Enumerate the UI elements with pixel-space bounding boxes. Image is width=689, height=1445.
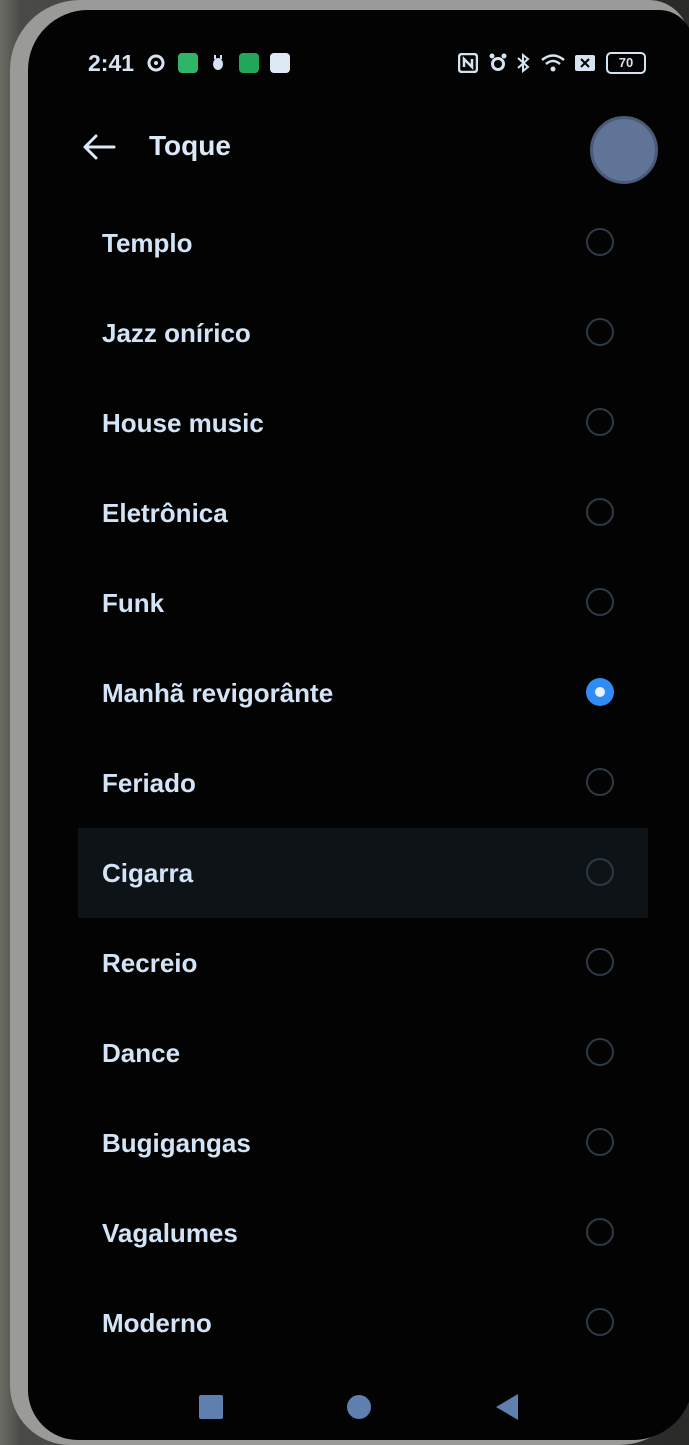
ringtone-label: Vagalumes	[102, 1218, 238, 1248]
settings-gear-icon	[146, 52, 166, 74]
ringtone-label: Manhã revigorânte	[102, 678, 334, 708]
ringtone-label: Eletrônica	[102, 498, 228, 528]
radio-button[interactable]	[586, 858, 614, 886]
ringtone-item-dance[interactable]: Dance	[78, 1008, 648, 1098]
page-title: Toque	[149, 130, 231, 161]
ringtone-item-recreio[interactable]: Recreio	[78, 918, 648, 1008]
alarm-icon	[488, 52, 508, 74]
ringtone-label: Moderno	[102, 1308, 212, 1338]
radio-button[interactable]	[586, 948, 614, 976]
white-app-icon	[270, 52, 290, 74]
ringtone-label: Dance	[102, 1038, 181, 1068]
ringtone-label: Funk	[102, 588, 165, 618]
home-circle-icon[interactable]	[344, 1392, 374, 1422]
status-time: 2:41	[88, 50, 135, 76]
ringtone-item-templo[interactable]: Templo	[78, 198, 648, 288]
ringtone-label: Jazz onírico	[102, 318, 251, 348]
ringtone-label: Recreio	[102, 948, 198, 978]
navigation-bar	[28, 1380, 689, 1440]
radio-button-selected[interactable]	[586, 678, 614, 706]
radio-button[interactable]	[586, 1218, 614, 1246]
ringtone-item-eletronica[interactable]: Eletrônica	[78, 468, 648, 558]
radio-button[interactable]	[586, 318, 614, 346]
radio-button[interactable]	[586, 1128, 614, 1156]
green-app-icon-2	[239, 52, 259, 74]
screen: 2:41 70 Toque Templo Jazz onírico House …	[28, 10, 689, 1440]
bug-icon	[211, 52, 225, 74]
ringtone-item-vagalumes[interactable]: Vagalumes	[78, 1188, 648, 1278]
radio-button[interactable]	[586, 1308, 614, 1336]
ringtone-label: Cigarra	[102, 858, 194, 888]
radio-button[interactable]	[586, 588, 614, 616]
ringtone-item-manha-revigorante[interactable]: Manhã revigorânte	[78, 648, 648, 738]
radio-button[interactable]	[586, 498, 614, 526]
ringtone-label: House music	[102, 408, 264, 438]
phone-frame: 2:41 70 Toque Templo Jazz onírico House …	[10, 0, 689, 1445]
battery-level: 70	[606, 52, 646, 74]
ringtone-item-cigarra[interactable]: Cigarra	[78, 828, 648, 918]
avatar[interactable]	[590, 116, 658, 184]
ringtone-item-house-music[interactable]: House music	[78, 378, 648, 468]
nfc-icon	[458, 52, 478, 74]
ringtone-item-bugigangas[interactable]: Bugigangas	[78, 1098, 648, 1188]
arrow-left-icon[interactable]	[78, 126, 120, 168]
recents-square-icon[interactable]	[196, 1392, 226, 1422]
sim-icon	[574, 52, 596, 74]
green-app-icon	[178, 52, 198, 74]
ringtone-list: Templo Jazz onírico House music Eletrôni…	[78, 198, 648, 1368]
ringtone-item-moderno[interactable]: Moderno	[78, 1278, 648, 1368]
ringtone-item-jazz-onirico[interactable]: Jazz onírico	[78, 288, 648, 378]
radio-button[interactable]	[586, 408, 614, 436]
status-bar: 2:41 70	[28, 46, 689, 80]
ringtone-label: Feriado	[102, 768, 196, 798]
radio-button[interactable]	[586, 228, 614, 256]
app-header: Toque	[28, 112, 689, 184]
bluetooth-icon	[516, 52, 530, 74]
battery-icon: 70	[606, 52, 646, 74]
wifi-icon	[540, 52, 566, 74]
ringtone-item-feriado[interactable]: Feriado	[78, 738, 648, 828]
ringtone-label: Templo	[102, 228, 193, 258]
ringtone-label: Bugigangas	[102, 1128, 251, 1158]
radio-button[interactable]	[586, 768, 614, 796]
ringtone-item-funk[interactable]: Funk	[78, 558, 648, 648]
back-triangle-icon[interactable]	[492, 1392, 522, 1422]
radio-button[interactable]	[586, 1038, 614, 1066]
